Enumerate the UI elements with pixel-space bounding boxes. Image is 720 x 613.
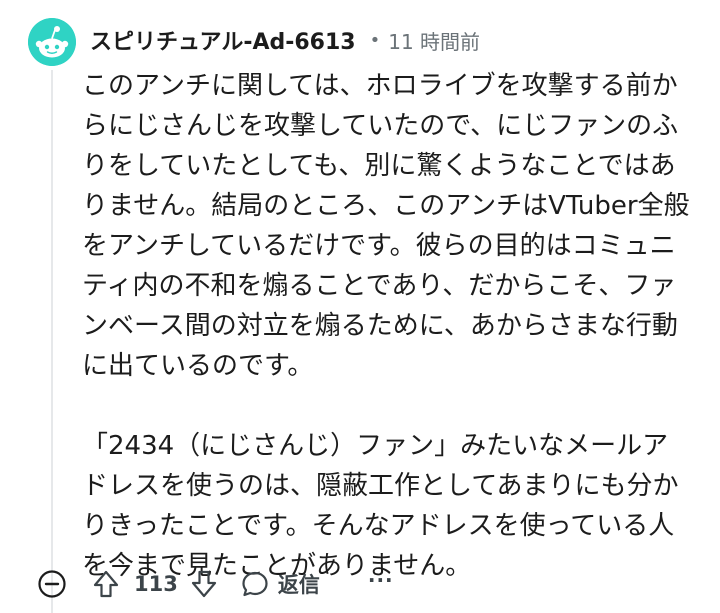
reddit-snoo-icon [28, 18, 76, 66]
upvote-button[interactable] [88, 564, 124, 604]
comment-paragraph-2: 「2434（にじさんじ）ファン」みたいなメールアドレスを使うのは、隠蔽工作として… [82, 431, 679, 581]
downvote-arrow-icon [191, 570, 216, 598]
speech-bubble-icon [242, 571, 268, 597]
vote-count: 113 [134, 572, 178, 596]
collapse-minus-icon [38, 570, 66, 598]
timestamp: 11 時間前 [388, 29, 481, 54]
upvote-arrow-icon [93, 570, 119, 598]
reply-label: 返信 [277, 573, 320, 597]
username-link[interactable]: スピリチュアル-Ad-6613 [90, 24, 356, 56]
separator-dot: • [369, 29, 381, 51]
reply-button[interactable]: 返信 [240, 564, 320, 604]
comment-header: スピリチュアル-Ad-6613 • 11 時間前 [90, 24, 480, 56]
comment-body: このアンチに関しては、ホロライブを攻撃する前からにじさんじを攻撃していたので、に… [82, 66, 694, 586]
comment-action-bar: 113 返信 ··· [32, 564, 394, 604]
downvote-button[interactable] [186, 564, 222, 604]
thread-line [51, 70, 53, 613]
collapse-button[interactable] [32, 564, 72, 604]
comment-paragraph-1: このアンチに関しては、ホロライブを攻撃する前からにじさんじを攻撃していたので、に… [82, 71, 690, 381]
avatar[interactable] [28, 18, 76, 66]
more-options-button[interactable]: ··· [368, 568, 394, 600]
